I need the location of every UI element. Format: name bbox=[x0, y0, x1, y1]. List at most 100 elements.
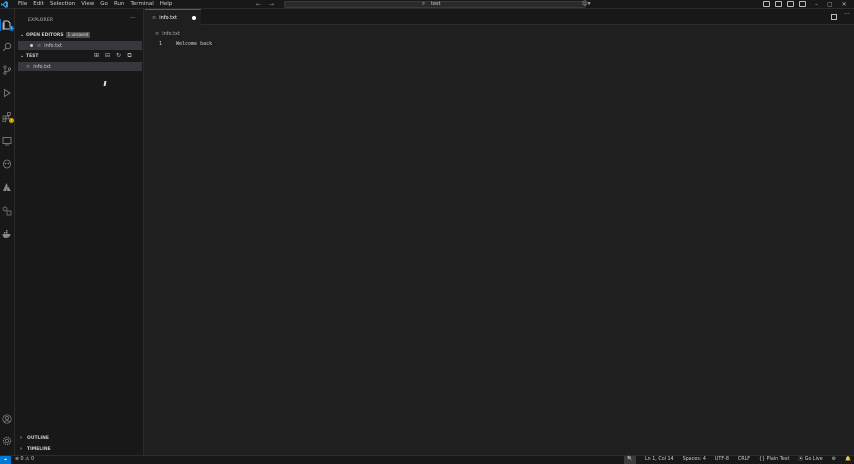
zoom-icon[interactable]: 🔍 bbox=[624, 456, 636, 464]
tab-label: info.txt bbox=[159, 14, 177, 21]
file-tree-filename: info.txt bbox=[33, 63, 51, 70]
new-file-icon[interactable]: ⊞ bbox=[93, 52, 100, 59]
chevron-right-icon: › bbox=[20, 435, 23, 441]
close-icon[interactable]: ✕ bbox=[842, 0, 847, 9]
new-folder-icon[interactable]: ⊟ bbox=[104, 52, 111, 59]
git-branch-icon bbox=[3, 65, 12, 75]
source-control-icon[interactable] bbox=[1, 64, 13, 76]
collapse-all-icon[interactable]: ⧉ bbox=[126, 52, 133, 59]
go-live-button[interactable]: ⦿ Go Live bbox=[798, 456, 822, 464]
remote-explorer-icon[interactable] bbox=[1, 135, 13, 147]
text-file-icon: ≡ bbox=[26, 63, 31, 70]
back-arrow-icon[interactable]: ← bbox=[256, 0, 261, 9]
file-tree-item[interactable]: ≡ info.txt bbox=[18, 62, 142, 71]
magnifier-icon bbox=[2, 42, 12, 52]
maximize-icon[interactable]: ▢ bbox=[827, 0, 833, 9]
open-editor-filename: info.txt bbox=[44, 42, 62, 49]
explorer-actions: ⊞ ⊟ ↻ ⧉ bbox=[93, 52, 133, 59]
explorer-badge: 1 bbox=[9, 26, 14, 31]
split-editor-icon[interactable] bbox=[831, 14, 837, 20]
menu-terminal[interactable]: Terminal bbox=[127, 0, 156, 9]
breadcrumb-filename: info.txt bbox=[162, 31, 180, 37]
customize-layout-icon[interactable] bbox=[763, 1, 770, 7]
line-number: 1 bbox=[159, 41, 163, 47]
window-controls: – ▢ ✕ bbox=[815, 0, 847, 9]
timeline-section[interactable]: › TIMELINE bbox=[20, 445, 140, 453]
mouse-cursor bbox=[103, 81, 108, 86]
activity-bar: 1 ! bbox=[0, 9, 15, 455]
text-file-icon: ≡ bbox=[155, 31, 160, 37]
menu-bar: File Edit Selection View Go Run Terminal… bbox=[15, 0, 175, 9]
menu-view[interactable]: View bbox=[78, 0, 97, 9]
accounts-icon[interactable] bbox=[1, 413, 13, 425]
outline-label: OUTLINE bbox=[27, 435, 49, 441]
unsaved-dot-icon[interactable] bbox=[192, 16, 196, 20]
open-editor-item[interactable]: ≡ info.txt bbox=[18, 41, 142, 50]
text-file-icon: ≡ bbox=[37, 42, 42, 49]
extensions-badge: ! bbox=[9, 118, 14, 123]
run-debug-icon[interactable] bbox=[1, 87, 13, 99]
shapes-icon bbox=[2, 206, 12, 216]
more-actions-icon[interactable]: ··· bbox=[130, 15, 136, 22]
problems-indicator[interactable]: ⊗ 0 ⚠ 0 bbox=[15, 456, 34, 464]
navigation-arrows: ← → bbox=[256, 0, 274, 9]
shapes-extension-icon[interactable] bbox=[1, 205, 13, 217]
forward-arrow-icon[interactable]: → bbox=[269, 0, 274, 9]
whale-icon bbox=[2, 230, 11, 238]
text-file-icon: ≡ bbox=[152, 14, 157, 21]
explorer-title: EXPLORER bbox=[28, 18, 54, 23]
toggle-primary-sidebar-icon[interactable] bbox=[775, 1, 782, 7]
menu-selection[interactable]: Selection bbox=[47, 0, 78, 9]
minimize-icon[interactable]: – bbox=[815, 0, 818, 9]
menu-help[interactable]: Help bbox=[157, 0, 176, 9]
more-actions-icon[interactable]: ··· bbox=[844, 11, 850, 18]
search-icon: ⌕ bbox=[422, 1, 426, 7]
editor-tabs: ≡ info.txt ··· bbox=[145, 9, 854, 25]
open-editors-header[interactable]: ⌄ OPEN EDITORS 1 unsaved bbox=[20, 31, 144, 39]
indentation[interactable]: Spaces: 4 bbox=[683, 456, 706, 464]
accounts-alien-icon[interactable] bbox=[1, 158, 13, 170]
layout-controls bbox=[763, 1, 806, 7]
docker-icon[interactable] bbox=[1, 228, 13, 240]
copilot-icon[interactable]: ☺▾ bbox=[582, 1, 596, 8]
alien-icon bbox=[3, 159, 11, 169]
explorer-sidebar: EXPLORER ··· ⌄ OPEN EDITORS 1 unsaved ≡ … bbox=[15, 9, 144, 455]
command-center-text: test bbox=[431, 1, 441, 7]
vscode-logo-icon[interactable] bbox=[1, 1, 8, 8]
toggle-panel-icon[interactable] bbox=[787, 1, 794, 7]
open-editors-label: OPEN EDITORS bbox=[26, 32, 64, 38]
extensions-icon[interactable]: ! bbox=[1, 111, 14, 123]
menu-go[interactable]: Go bbox=[97, 0, 111, 9]
folder-label: TEST bbox=[26, 53, 39, 59]
code-line[interactable]: Welcome back bbox=[176, 41, 212, 47]
azure-logo-icon bbox=[3, 183, 11, 191]
azure-icon[interactable] bbox=[1, 181, 13, 193]
remote-indicator[interactable]: ⌖ bbox=[0, 456, 11, 464]
toggle-secondary-sidebar-icon[interactable] bbox=[799, 1, 806, 7]
notifications-bell-icon[interactable]: 🔔 bbox=[845, 456, 851, 464]
tab-info-txt[interactable]: ≡ info.txt bbox=[145, 9, 201, 25]
menu-file[interactable]: File bbox=[15, 0, 30, 9]
person-icon bbox=[2, 414, 12, 424]
outline-section[interactable]: › OUTLINE bbox=[20, 434, 140, 442]
menu-edit[interactable]: Edit bbox=[30, 0, 47, 9]
command-center[interactable]: ⌕ test bbox=[284, 1, 586, 8]
refresh-icon[interactable]: ↻ bbox=[115, 52, 122, 59]
cursor-position[interactable]: Ln 1, Col 14 bbox=[645, 456, 674, 464]
line-ending[interactable]: CRLF bbox=[738, 456, 750, 464]
explorer-icon[interactable]: 1 bbox=[0, 19, 14, 31]
editor-area[interactable]: 1 Welcome back bbox=[145, 38, 854, 455]
unsaved-badge: 1 unsaved bbox=[65, 32, 91, 38]
title-bar: File Edit Selection View Go Run Terminal… bbox=[0, 0, 854, 9]
encoding[interactable]: UTF-8 bbox=[715, 456, 729, 464]
language-mode[interactable]: {} Plain Text bbox=[759, 456, 789, 464]
status-left: ⊗ 0 ⚠ 0 bbox=[15, 456, 34, 464]
menu-run[interactable]: Run bbox=[111, 0, 128, 9]
search-view-icon[interactable] bbox=[1, 41, 13, 53]
unsaved-dot-icon[interactable] bbox=[30, 44, 33, 47]
gear-icon bbox=[2, 436, 12, 446]
manage-icon[interactable] bbox=[1, 435, 13, 447]
breadcrumb[interactable]: ≡ info.txt bbox=[155, 31, 180, 37]
status-right: 🔍 Ln 1, Col 14 Spaces: 4 UTF-8 CRLF {} P… bbox=[624, 456, 851, 464]
settings-sync-icon[interactable]: ⚙ bbox=[832, 456, 836, 464]
